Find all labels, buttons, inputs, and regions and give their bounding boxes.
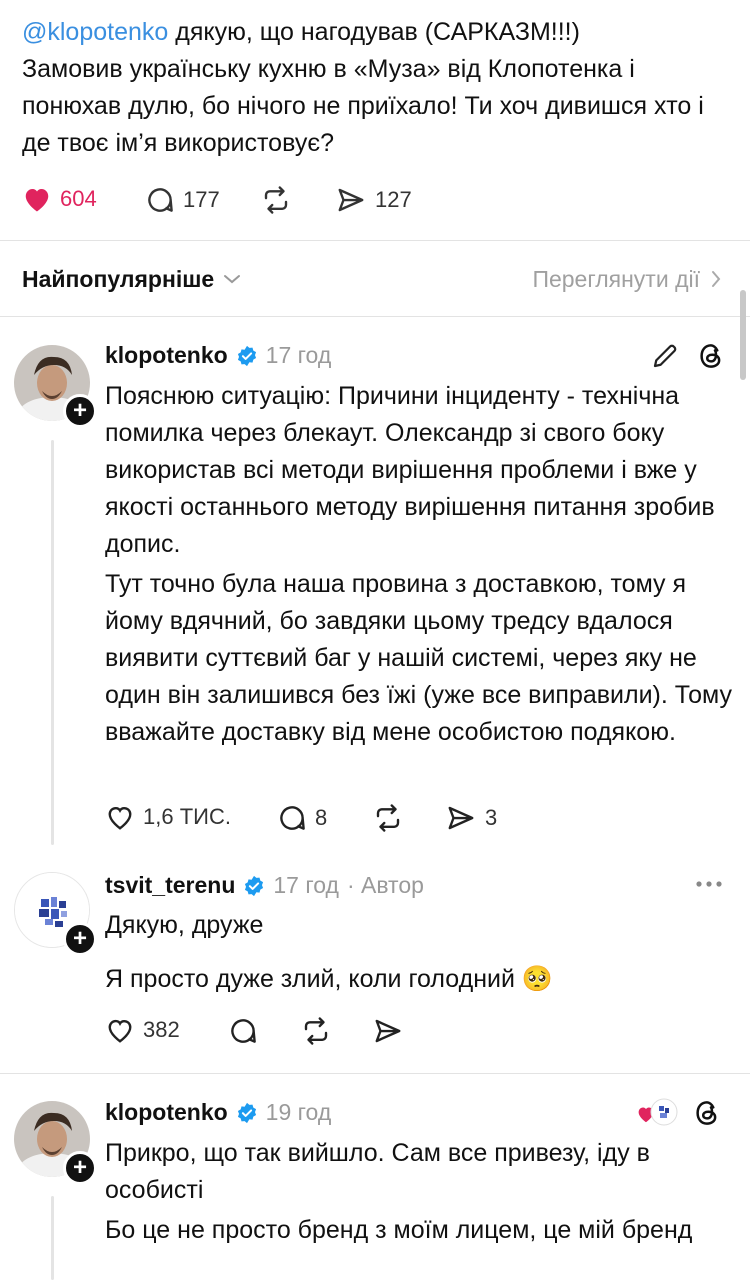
comment-paragraph: Бо це не просто бренд з моїм лицем, це м… (105, 1216, 693, 1244)
thread-line (51, 1196, 54, 1280)
comment-paragraph: Дякую, друже (105, 911, 264, 939)
author-tag: · Автор (346, 872, 424, 898)
thread-line (51, 440, 54, 845)
send-icon (448, 806, 474, 830)
comment-paragraph: Пояснюю ситуацію: Причини інциденту - те… (105, 382, 715, 558)
divider (0, 240, 750, 241)
sort-bar: Найпопулярніше Переглянути дії (22, 262, 722, 296)
like-count: 382 (143, 1017, 180, 1042)
timestamp: 17 год (273, 872, 339, 898)
share-count: 3 (485, 805, 498, 830)
post-like-count: 604 (60, 186, 97, 211)
username[interactable]: klopotenko (105, 1099, 228, 1126)
like-button[interactable]: 382 (105, 1016, 180, 1044)
comment-body: Прикро, що так вийшло. Сам все привезу, … (105, 1135, 735, 1252)
chevron-down-icon (224, 275, 241, 284)
post-repost-button[interactable] (260, 185, 292, 215)
post-line-2: Замовив українську кухню в «Муза» від Кл… (22, 55, 704, 157)
repost-button[interactable] (300, 1016, 332, 1046)
chevron-right-icon (712, 271, 721, 287)
comment-top-icons (650, 341, 726, 371)
reply-count: 8 (315, 805, 328, 830)
username[interactable]: klopotenko (105, 342, 228, 369)
mention-link[interactable]: @klopotenko (22, 18, 168, 46)
post-text: @klopotenko дякую, що нагодував (САРКАЗМ… (22, 14, 722, 162)
post-share-count: 127 (375, 187, 412, 212)
share-button[interactable] (372, 1016, 404, 1046)
comment-header: tsvit_terenu 17 год · Автор (105, 872, 424, 899)
comment-paragraph: Я просто дуже злий, коли голодний 🥺 (105, 965, 554, 993)
timestamp: 17 год (265, 342, 332, 368)
comment-paragraph: Тут точно була наша провина з доставкою,… (105, 570, 732, 746)
view-activity-link[interactable]: Переглянути дії (532, 266, 722, 293)
send-icon (375, 1019, 401, 1043)
verified-badge-icon (237, 345, 256, 366)
liked-by-author-indicator (636, 1098, 678, 1128)
divider (0, 1073, 750, 1074)
comment-header: klopotenko 17 год (105, 342, 331, 369)
post-line-1: дякую, що нагодував (САРКАЗМ!!!) (168, 18, 580, 46)
comment-top-icons (636, 1098, 722, 1128)
threads-logo-icon[interactable] (696, 341, 726, 371)
divider (0, 316, 750, 317)
heart-icon (108, 1019, 132, 1043)
reply-button[interactable]: 8 (277, 803, 327, 833)
heart-icon (108, 806, 132, 830)
follow-plus-button[interactable]: + (63, 922, 97, 956)
sort-dropdown[interactable]: Найпопулярніше (22, 266, 242, 293)
scrollbar[interactable] (740, 290, 746, 380)
comment-icon (231, 1019, 256, 1043)
repost-icon (376, 804, 400, 832)
repost-icon (264, 186, 288, 214)
username[interactable]: tsvit_terenu (105, 872, 235, 899)
follow-plus-button[interactable]: + (63, 1151, 97, 1185)
verified-badge-icon (237, 1102, 256, 1123)
comment-icon (280, 806, 305, 830)
threads-logo-icon[interactable] (692, 1098, 722, 1128)
verified-badge-icon (245, 875, 264, 896)
post-share-button[interactable]: 127 (335, 185, 412, 215)
more-dots-icon[interactable] (694, 872, 724, 901)
like-button[interactable]: 1,6 ТИС. (105, 803, 231, 831)
post-reply-count: 177 (183, 187, 220, 212)
comment-header: klopotenko 19 год (105, 1099, 331, 1126)
comment-icon (148, 188, 173, 212)
comment-body: Дякую, друже Я просто дуже злий, коли го… (105, 907, 735, 1001)
comment-paragraph: Прикро, що так вийшло. Сам все привезу, … (105, 1139, 650, 1204)
heart-filled-icon (25, 189, 49, 212)
comment-body: Пояснюю ситуацію: Причини інциденту - те… (105, 378, 735, 754)
sort-label: Найпопулярніше (22, 265, 215, 292)
timestamp: 19 год (265, 1099, 332, 1125)
reply-button[interactable] (228, 1016, 258, 1046)
mini-avatar (650, 1098, 678, 1126)
follow-plus-button[interactable]: + (63, 394, 97, 428)
repost-icon (304, 1017, 328, 1045)
post-like-button[interactable]: 604 (22, 185, 97, 213)
pencil-icon[interactable] (650, 341, 680, 371)
repost-button[interactable] (372, 803, 404, 833)
post-reply-button[interactable]: 177 (145, 185, 220, 215)
view-activity-label: Переглянути дії (532, 265, 700, 292)
share-button[interactable]: 3 (445, 803, 497, 833)
send-icon (338, 188, 364, 212)
like-count: 1,6 ТИС. (143, 804, 231, 829)
